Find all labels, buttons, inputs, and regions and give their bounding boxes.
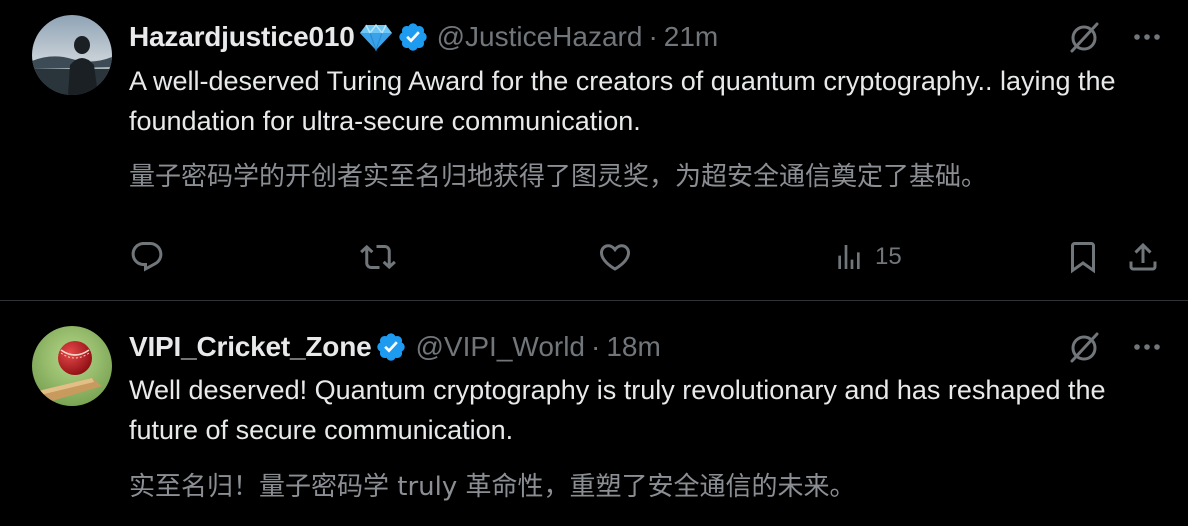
verified-badge-icon[interactable] [375, 331, 407, 363]
tweet-header: VIPI_Cricket_Zone @VIPI_World · 18m [129, 327, 661, 367]
display-name[interactable]: VIPI_Cricket_Zone [129, 331, 372, 363]
grok-icon[interactable] [1066, 329, 1102, 365]
like-button[interactable] [597, 236, 633, 278]
verified-badge-icon[interactable] [397, 21, 429, 53]
views-count: 15 [875, 243, 902, 270]
grok-icon[interactable] [1066, 19, 1102, 55]
retweet-icon [360, 239, 396, 275]
user-handle[interactable]: @VIPI_World [415, 331, 585, 363]
tweet-text: Well deserved! Quantum cryptography is t… [129, 375, 1106, 445]
avatar[interactable] [32, 326, 112, 406]
tweet[interactable]: VIPI_Cricket_Zone @VIPI_World · 18m Well… [0, 301, 1188, 526]
tweet-translation: 实至名归！量子密码学 truly 革命性，重塑了安全通信的未来。 [129, 472, 856, 502]
views-chart-icon [833, 241, 865, 273]
bookmark-button[interactable] [1065, 236, 1101, 278]
tweet-text: A well-deserved Turing Award for the cre… [129, 66, 1116, 136]
tweet-header: Hazardjustice010 @JusticeHazard · 21m [129, 17, 718, 57]
bookmark-icon [1065, 239, 1101, 275]
avatar[interactable] [32, 15, 112, 95]
views-button[interactable]: 15 [833, 236, 902, 278]
timestamp[interactable]: 18m [606, 331, 660, 363]
display-name[interactable]: Hazardjustice010 [129, 21, 355, 53]
user-handle[interactable]: @JusticeHazard [437, 21, 643, 53]
share-icon [1125, 239, 1161, 275]
more-options-icon[interactable] [1132, 332, 1162, 362]
tweet-feed: Hazardjustice010 @JusticeHazard · 21m A … [0, 0, 1188, 526]
reply-icon [129, 239, 165, 275]
tweet-action-bar: 15 [129, 236, 1165, 278]
gem-icon [359, 22, 393, 52]
timestamp[interactable]: 21m [664, 21, 718, 53]
tweet-translation: 量子密码学的开创者实至名归地获得了图灵奖，为超安全通信奠定了基础。 [129, 162, 988, 192]
separator-dot: · [591, 331, 601, 362]
separator-dot: · [648, 21, 658, 52]
tweet-top-actions [1066, 327, 1162, 367]
tweet[interactable]: Hazardjustice010 @JusticeHazard · 21m A … [0, 0, 1188, 301]
tweet-top-actions [1066, 17, 1162, 57]
retweet-button[interactable] [360, 236, 396, 278]
more-options-icon[interactable] [1132, 22, 1162, 52]
heart-icon [597, 239, 633, 275]
reply-button[interactable] [129, 236, 165, 278]
share-button[interactable] [1125, 236, 1161, 278]
